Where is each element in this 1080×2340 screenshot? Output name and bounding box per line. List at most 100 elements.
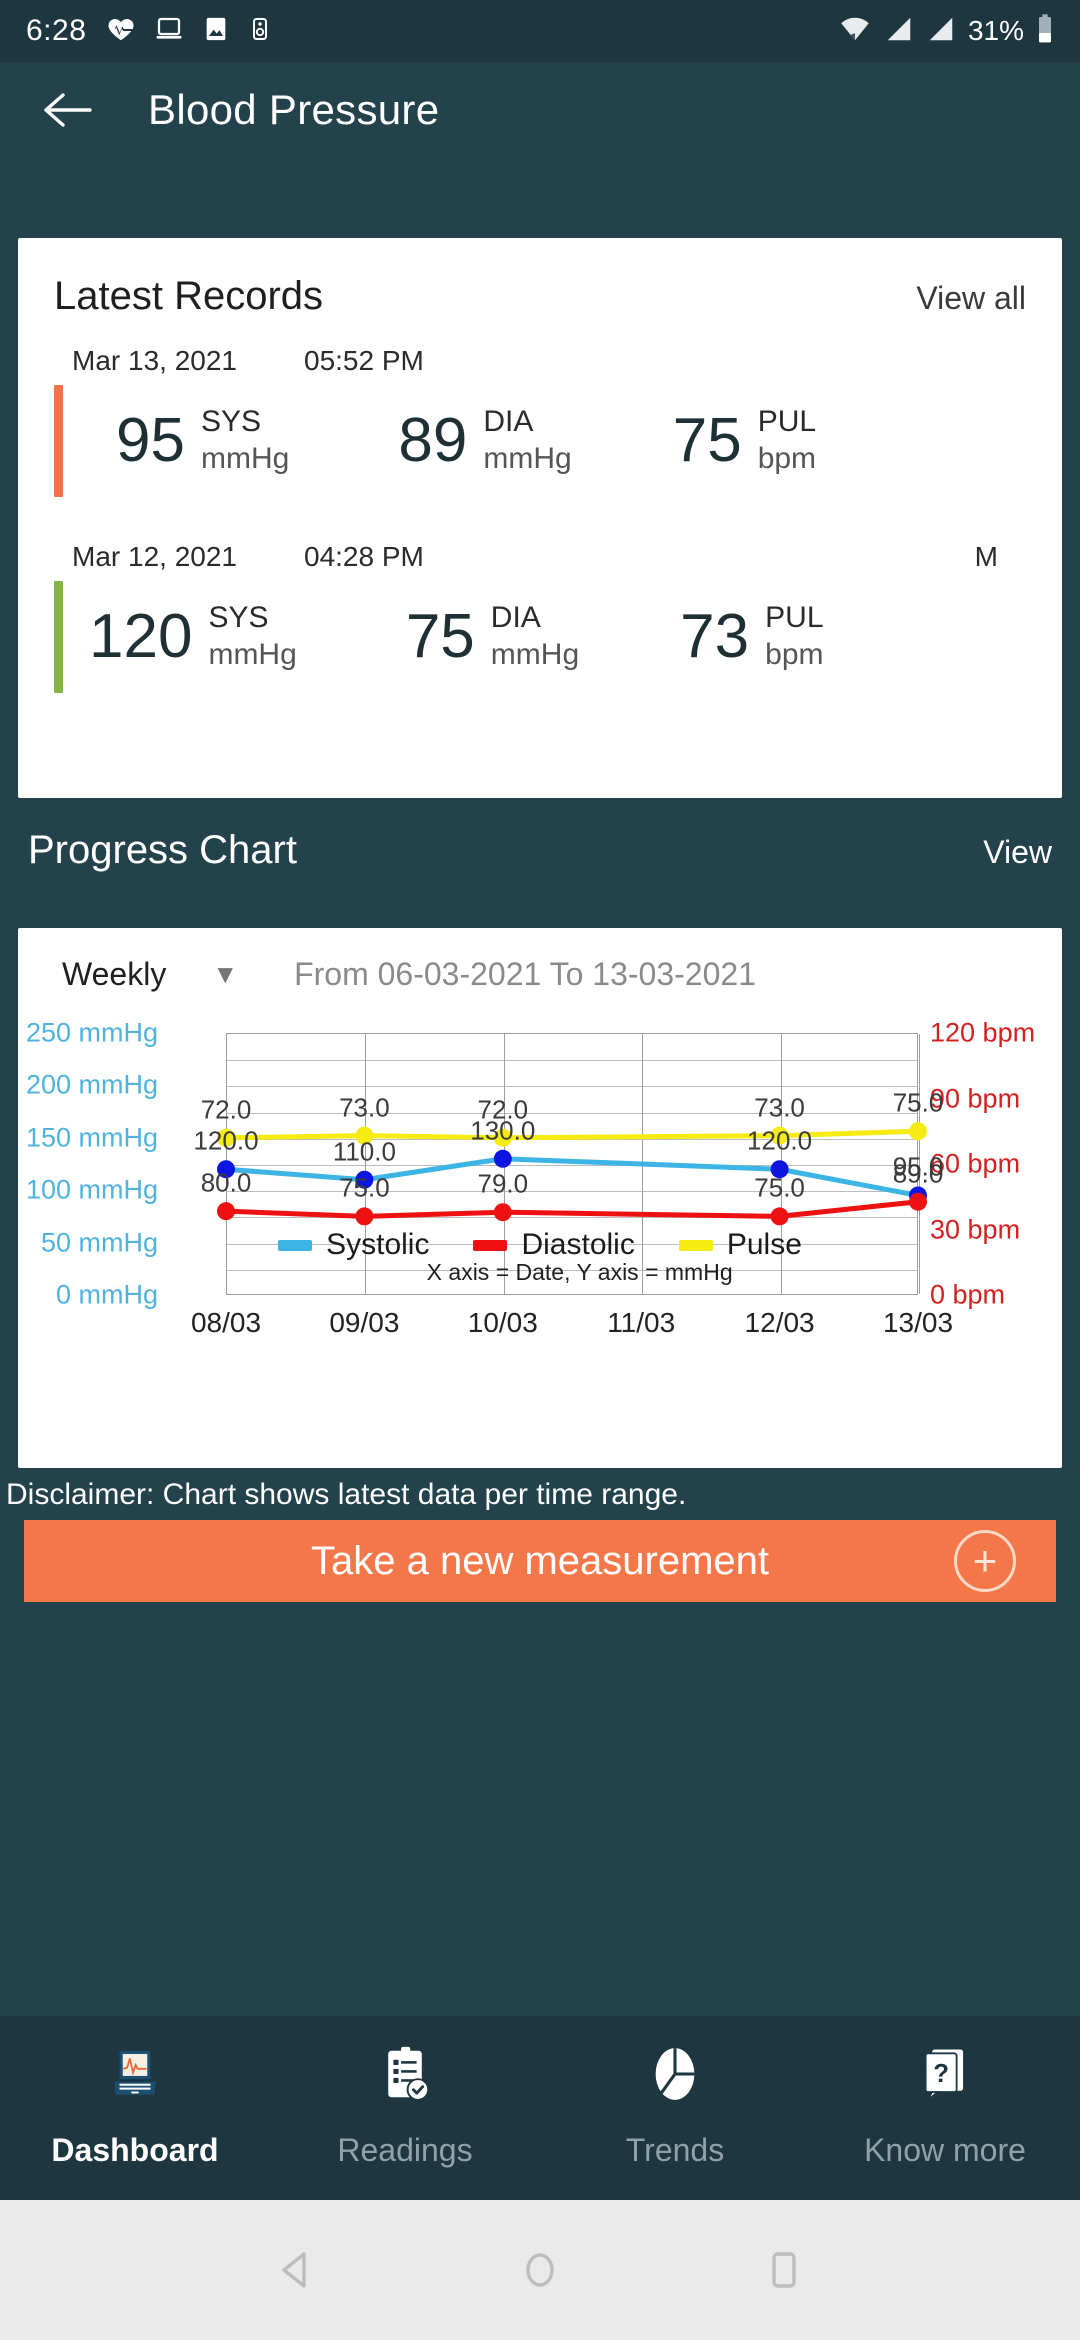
view-all-link[interactable]: View all — [916, 280, 1026, 317]
date-range-label: From 06-03-2021 To 13-03-2021 — [294, 956, 756, 992]
metric-unit: DIA mmHg — [491, 600, 579, 673]
metric-value: 75 — [672, 406, 742, 475]
metric-value: 95 — [116, 406, 185, 475]
chart-plot-area: X axis = Date, Y axis = mmHg 0 mmHg 50 mm… — [18, 1001, 1062, 1341]
y-axis-left-tick: 200 mmHg — [25, 1069, 158, 1100]
metric-label: PUL — [765, 601, 824, 635]
table-row[interactable]: Mar 12, 2021 04:28 PM M 120 SYS mmHg 75 … — [18, 541, 1062, 693]
metric-label: DIA — [490, 601, 541, 635]
range-dropdown-value[interactable]: Weekly — [62, 956, 166, 993]
status-bar-right-icons: 31% — [838, 13, 1054, 50]
y-axis-left-tick: 250 mmHg — [25, 1017, 158, 1048]
record-date: Mar 12, 2021 — [72, 541, 237, 572]
android-home-icon[interactable] — [513, 2243, 567, 2297]
status-bar-time: 6:28 — [26, 14, 87, 47]
take-measurement-button[interactable]: Take a new measurement + — [24, 1520, 1056, 1602]
nav-item-know-more[interactable]: ? Know more — [810, 2016, 1080, 2200]
plus-circle-icon[interactable]: + — [954, 1530, 1016, 1592]
data-point-label: 120.0 — [193, 1125, 259, 1156]
metric-dia: 75 DIA mmHg — [379, 581, 579, 693]
nav-item-readings[interactable]: Readings — [270, 2016, 540, 2200]
gridline-horizontal — [227, 1217, 917, 1219]
metric-unit-label: mmHg — [201, 442, 290, 475]
back-arrow-icon[interactable] — [40, 82, 96, 138]
nav-label: Dashboard — [51, 2132, 219, 2168]
gridline-horizontal — [227, 1138, 917, 1140]
gridline-horizontal — [227, 1060, 917, 1062]
data-point-label: 110.0 — [332, 1136, 396, 1167]
x-axis-tick: 12/03 — [744, 1307, 815, 1338]
legend-swatch — [278, 1239, 313, 1251]
battery-icon — [1036, 13, 1054, 50]
svg-text:?: ? — [933, 2060, 949, 2088]
data-point-label: 73.0 — [339, 1092, 390, 1123]
x-axis-tick: 13/03 — [882, 1307, 954, 1338]
legend-swatch — [678, 1239, 713, 1251]
app-bar: Blood Pressure — [0, 62, 1080, 158]
metric-sys: 95 SYS mmHg — [89, 385, 289, 497]
progress-chart-view-link[interactable]: View — [983, 834, 1052, 871]
progress-chart-card: Weekly ▼ From 06-03-2021 To 13-03-2021 X… — [18, 928, 1062, 1468]
record-date: Mar 13, 2021 — [72, 345, 237, 376]
metric-label: DIA — [483, 405, 534, 439]
gridline-horizontal — [227, 1086, 917, 1088]
nav-label: Trends — [625, 2132, 725, 2168]
chart-legend: Systolic Diastolic Pulse — [18, 1228, 1062, 1262]
metric-value: 75 — [405, 602, 475, 671]
status-bar: 6:28 31% — [0, 0, 1080, 62]
legend-label: Diastolic — [521, 1228, 635, 1261]
android-back-icon[interactable] — [269, 2243, 323, 2297]
y-axis-left-tick: 150 mmHg — [25, 1122, 158, 1153]
battery-percent-label: 31% — [967, 15, 1024, 46]
x-axis-tick: 11/03 — [607, 1307, 676, 1338]
gridline-horizontal — [227, 1165, 917, 1166]
latest-records-header: Latest Records View all — [18, 238, 1062, 319]
record-values: 120 SYS mmHg 75 DIA mmHg 73 PUL bpm — [54, 581, 1026, 693]
record-status-bar — [54, 581, 63, 693]
metric-value: 120 — [89, 602, 193, 671]
data-point-label: 72.0 — [200, 1094, 252, 1125]
nav-label: Readings — [337, 2132, 473, 2168]
metric-unit-label: bpm — [765, 638, 824, 671]
legend-item-diastolic: Diastolic — [473, 1228, 635, 1262]
data-point-label: 120.0 — [747, 1125, 813, 1156]
take-measurement-label: Take a new measurement — [310, 1538, 769, 1583]
data-point-label: 75.0 — [339, 1172, 390, 1203]
y-axis-left-tick: 0 mmHg — [55, 1279, 158, 1310]
y-axis-left-tick: 100 mmHg — [25, 1174, 158, 1205]
image-icon — [202, 14, 230, 49]
x-axis-tick: 08/03 — [190, 1307, 262, 1338]
metric-unit-label: mmHg — [483, 442, 572, 475]
chart-controls: Weekly ▼ From 06-03-2021 To 13-03-2021 — [18, 928, 1062, 993]
nav-item-trends[interactable]: Trends — [540, 2016, 810, 2200]
progress-chart-title: Progress Chart — [28, 828, 297, 872]
y-axis-right-tick: 90 bpm — [930, 1083, 1021, 1113]
metric-unit: PUL bpm — [758, 404, 816, 477]
record-meta: Mar 12, 2021 04:28 PM M — [54, 541, 1026, 573]
data-point-label: 75.0 — [754, 1172, 805, 1203]
android-recents-icon[interactable] — [757, 2243, 811, 2297]
record-meta: Mar 13, 2021 05:52 PM — [54, 345, 1026, 377]
data-point-label: 75.0 — [892, 1087, 944, 1118]
metric-unit: SYS mmHg — [208, 600, 296, 673]
legend-item-systolic: Systolic — [278, 1228, 429, 1262]
chevron-down-icon[interactable]: ▼ — [212, 959, 238, 990]
chart-axis-note: X axis = Date, Y axis = mmHg — [426, 1259, 733, 1285]
progress-chart-header: Progress Chart View — [0, 828, 1080, 873]
record-flag: M — [974, 541, 998, 572]
record-row[interactable]: Mar 13, 2021 05:52 PM 95 SYS mmHg 89 DIA… — [18, 345, 1062, 497]
chart-disclaimer: Disclaimer: Chart shows latest data per … — [6, 1478, 687, 1511]
latest-records-title: Latest Records — [54, 274, 324, 318]
metric-label: SYS — [201, 405, 262, 439]
nav-item-dashboard[interactable]: Dashboard — [0, 2016, 270, 2200]
metric-sys: 120 SYS mmHg — [89, 581, 297, 693]
pie-chart-icon — [644, 2038, 706, 2110]
data-point-label: 73.0 — [754, 1092, 805, 1123]
signal-1-icon — [884, 14, 914, 49]
metric-unit-label: mmHg — [490, 638, 580, 671]
y-axis-right-tick: 0 bpm — [930, 1279, 1006, 1310]
metric-unit: SYS mmHg — [201, 404, 289, 477]
